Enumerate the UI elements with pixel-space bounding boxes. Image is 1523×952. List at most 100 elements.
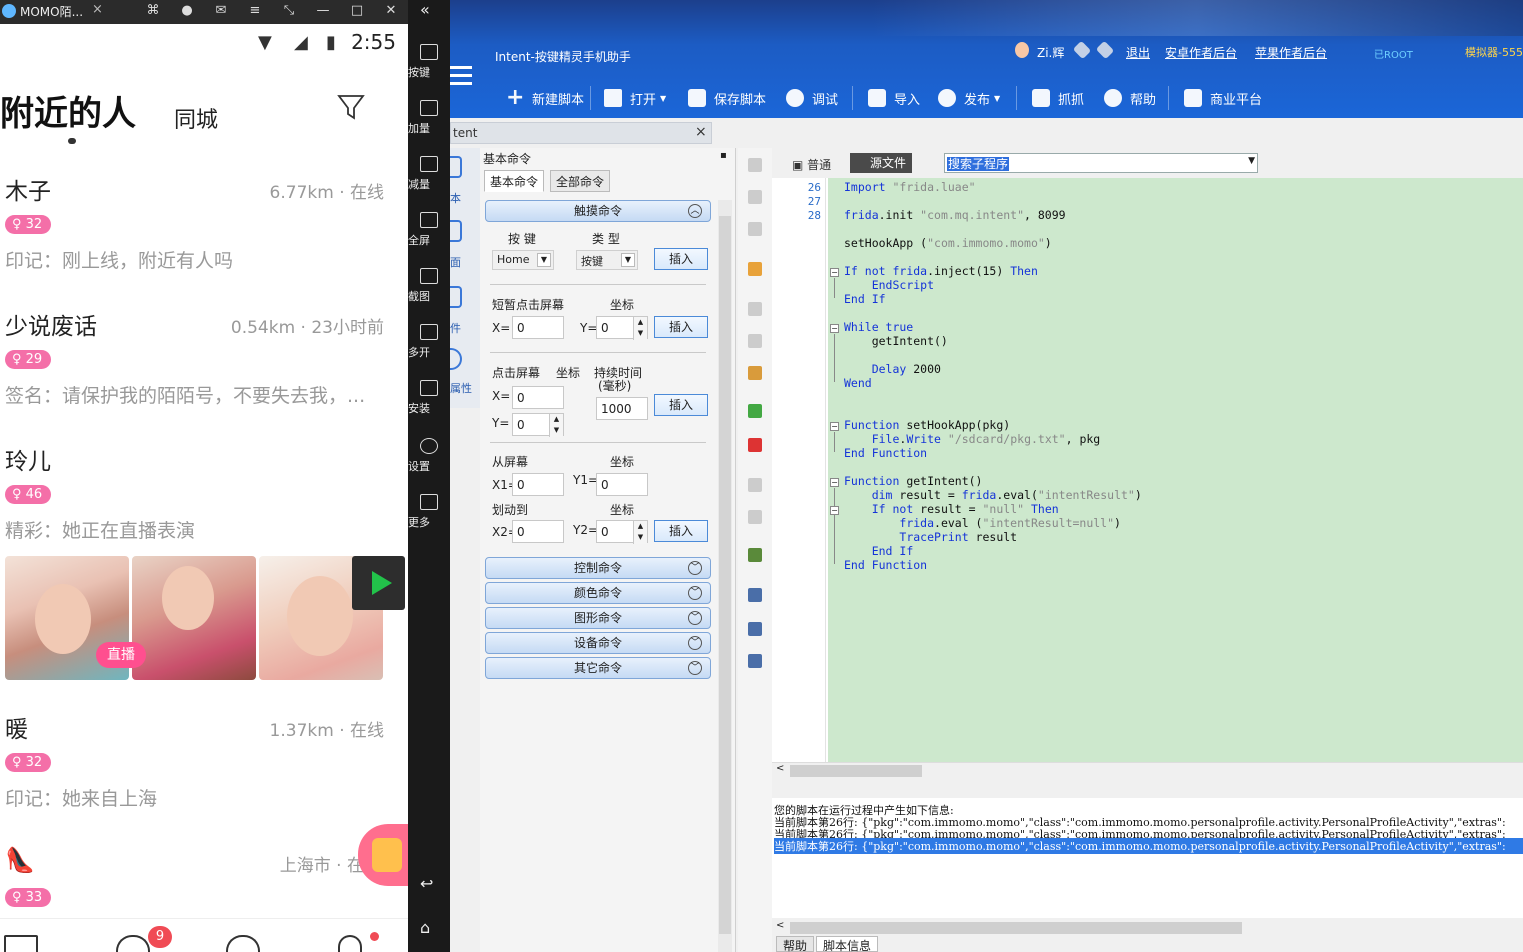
redo-icon[interactable] <box>748 510 762 524</box>
profile-icon[interactable] <box>338 935 362 952</box>
page-title[interactable]: 附近的人 <box>0 86 136 135</box>
photo[interactable] <box>132 556 256 680</box>
business-button[interactable]: 商业平台 <box>1184 88 1262 108</box>
tab-script-info[interactable]: 脚本信息 <box>816 936 879 952</box>
code-editor[interactable]: 26 27 28 Import "frida.luae" frida.init … <box>772 178 1523 762</box>
tab-basic-commands[interactable]: 基本命令 <box>484 170 545 192</box>
filter-icon[interactable] <box>336 92 366 122</box>
group-other-commands[interactable]: 其它命令 ﹀ <box>485 657 711 679</box>
user-icon[interactable]: ● <box>178 2 196 20</box>
new-script-button[interactable]: + 新建脚本 <box>506 87 584 109</box>
publish-button[interactable]: 发布 ▼ <box>938 88 1000 108</box>
home-icon[interactable]: ⌂ <box>420 918 430 937</box>
group-control-commands[interactable]: 控制命令 ﹀ <box>485 557 711 579</box>
subroutine-search-select[interactable]: 搜索子程序 ▼ <box>944 153 1258 173</box>
back-icon[interactable]: ↩ <box>420 874 433 893</box>
tab-close-icon[interactable]: × <box>92 2 103 17</box>
capture-button[interactable]: 抓抓 <box>1032 88 1084 108</box>
dock-tab[interactable]: 面 <box>450 254 480 270</box>
insert-button[interactable]: 插入 <box>654 394 708 416</box>
close-icon[interactable]: × <box>695 124 707 140</box>
side-install[interactable]: 安装 <box>408 380 450 415</box>
editor-horizontal-scrollbar[interactable]: < <box>772 762 1523 778</box>
message-icon[interactable] <box>116 935 150 952</box>
insert-button[interactable]: 插入 <box>654 520 708 542</box>
side-keys[interactable]: 按键 <box>408 44 450 79</box>
group-device-commands[interactable]: 设备命令 ﹀ <box>485 632 711 654</box>
dock-tab-icon[interactable] <box>450 286 462 308</box>
group-touch-commands[interactable]: 触摸命令 ︿ <box>485 200 711 222</box>
group-shape-commands[interactable]: 图形命令 ﹀ <box>485 607 711 629</box>
maximize-icon[interactable]: □ <box>348 2 366 20</box>
dock-tab-icon[interactable] <box>450 348 462 370</box>
spinner[interactable]: ▲ ▼ <box>633 317 647 340</box>
android-backend-link[interactable]: 安卓作者后台 <box>1165 44 1237 61</box>
save-button[interactable]: 保存脚本 <box>688 88 766 108</box>
delete-icon[interactable] <box>748 222 762 236</box>
hamburger-menu-icon[interactable] <box>450 66 472 92</box>
apple-backend-link[interactable]: 苹果作者后台 <box>1255 44 1327 61</box>
hand-icon[interactable] <box>748 262 762 276</box>
scroll-left-icon[interactable]: < <box>776 763 784 774</box>
copy-icon[interactable] <box>748 334 762 348</box>
document-tab[interactable]: tent × <box>450 122 712 144</box>
discover-icon[interactable] <box>226 935 260 952</box>
dock-tab[interactable]: 本 <box>450 190 480 206</box>
scroll-left-icon[interactable]: < <box>776 920 784 931</box>
cut-icon[interactable] <box>748 302 762 316</box>
dock-tab[interactable]: 属性 <box>450 380 480 396</box>
swipe-x1-field[interactable]: 0 <box>512 473 564 496</box>
side-volume-down[interactable]: 减量 <box>408 156 450 191</box>
mode-source-tab[interactable]: 源文件 <box>850 153 912 173</box>
spinner[interactable]: ▲ ▼ <box>633 521 647 544</box>
paste-icon[interactable] <box>748 366 762 380</box>
comment-icon[interactable] <box>748 404 762 418</box>
side-more[interactable]: 更多 <box>408 494 450 529</box>
fold-toggle-icon[interactable]: − <box>830 268 839 277</box>
uncomment-icon[interactable] <box>748 438 762 452</box>
debug-button[interactable]: 调试 <box>786 88 838 108</box>
side-fullscreen[interactable]: 全屏 <box>408 212 450 247</box>
swipe-x2-field[interactable]: 0 <box>512 520 564 543</box>
close-icon[interactable]: ✕ <box>382 2 400 20</box>
replace-icon[interactable] <box>748 622 762 636</box>
output-horizontal-scrollbar[interactable]: < <box>772 920 1523 936</box>
gamepad-icon[interactable]: ⌘ <box>144 2 162 20</box>
command-panel-scrollbar[interactable] <box>718 200 732 952</box>
goto-icon[interactable] <box>748 548 762 562</box>
fold-toggle-icon[interactable]: − <box>830 324 839 333</box>
fold-toggle-icon[interactable]: − <box>830 478 839 487</box>
click-y-field[interactable]: 0 ▲ ▼ <box>512 413 564 437</box>
arrow-down-icon[interactable] <box>748 158 762 172</box>
help-button[interactable]: 帮助 <box>1104 88 1156 108</box>
arrow-up-icon[interactable] <box>748 190 762 204</box>
scrollbar-thumb[interactable] <box>790 765 922 777</box>
minimize-icon[interactable]: — <box>314 2 332 20</box>
side-volume-up[interactable]: 加量 <box>408 100 450 135</box>
click-x-field[interactable]: 0 <box>512 386 564 409</box>
spinner[interactable]: ▲ ▼ <box>549 414 563 437</box>
dock-tab-icon[interactable] <box>450 156 462 178</box>
duration-field[interactable]: 1000 <box>596 397 648 420</box>
side-multi[interactable]: 多开 <box>408 324 450 359</box>
key-select[interactable]: Home ▼ <box>492 250 554 270</box>
play-button[interactable] <box>352 556 405 610</box>
tap-y-field[interactable]: 0 ▲ ▼ <box>596 316 648 340</box>
scrollbar-thumb[interactable] <box>719 216 731 934</box>
bookmark-icon[interactable] <box>748 654 762 668</box>
video-icon[interactable] <box>4 935 38 952</box>
menu-icon[interactable]: ≡ <box>246 2 264 20</box>
tap-x-field[interactable]: 0 <box>512 316 564 339</box>
swipe-y2-field[interactable]: 0 ▲ ▼ <box>596 520 648 544</box>
dock-tab-icon[interactable] <box>450 220 462 242</box>
code-area[interactable]: Import "frida.luae" frida.init "com.mq.i… <box>828 178 1523 762</box>
import-button[interactable]: 导入 <box>868 88 920 108</box>
scrollbar-thumb[interactable] <box>790 922 1242 934</box>
insert-button[interactable]: 插入 <box>654 316 708 338</box>
type-select[interactable]: 按键 ▼ <box>576 250 638 270</box>
gift-button[interactable] <box>358 824 408 886</box>
find-icon[interactable] <box>748 588 762 602</box>
tab-all-commands[interactable]: 全部命令 <box>550 170 611 192</box>
logout-link[interactable]: 退出 <box>1126 44 1150 61</box>
dock-tab[interactable]: 件 <box>450 320 480 336</box>
